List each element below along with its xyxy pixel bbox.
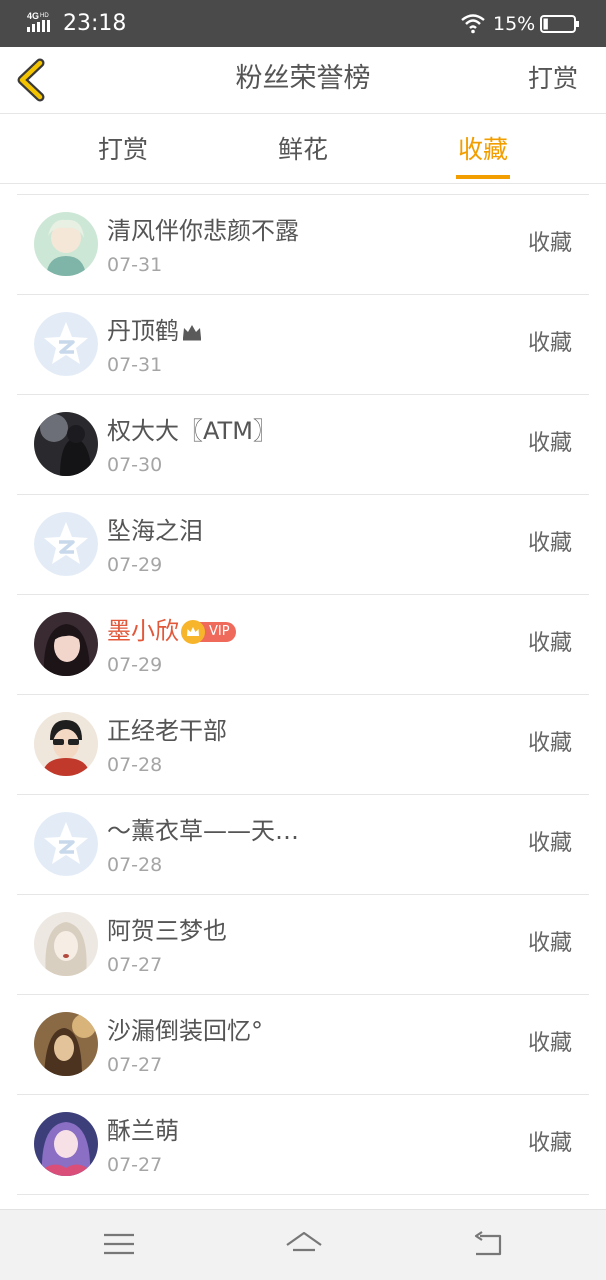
fan-action: 收藏 (527, 1131, 572, 1156)
list-item[interactable]: 阿贺三梦也 07-27 收藏 (17, 895, 589, 995)
avatar[interactable] (34, 412, 98, 476)
fan-date: 07-30 (107, 454, 163, 476)
return-icon[interactable] (470, 1228, 506, 1260)
fan-date: 07-29 (107, 554, 163, 576)
dark-girl-avatar-icon (34, 412, 98, 476)
list-item[interactable]: 墨小欣 VIP 07-29 收藏 (17, 595, 589, 695)
fan-date: 07-31 (107, 254, 163, 276)
active-tab-indicator (456, 175, 510, 179)
anime-boy-avatar-icon (34, 212, 98, 276)
list-top-divider (17, 184, 589, 195)
list-item[interactable]: 丹顶鹤 07-31 收藏 (17, 295, 589, 395)
tab-favorites[interactable]: 收藏 (423, 133, 543, 167)
list-item[interactable]: 清风伴你悲颜不露 07-31 收藏 (17, 195, 589, 295)
avatar[interactable] (34, 612, 98, 676)
status-time: 23:18 (63, 11, 127, 36)
fan-name-text: 墨小欣 (107, 617, 179, 645)
fan-name: 酥兰萌 (107, 1117, 179, 1145)
fan-name: 沙漏倒装回忆° (107, 1017, 263, 1045)
wifi-icon (461, 14, 485, 34)
avatar[interactable] (34, 1112, 98, 1176)
fan-date: 07-27 (107, 954, 163, 976)
list-item[interactable]: 酥兰萌 07-27 收藏 (17, 1095, 589, 1195)
fan-action: 收藏 (527, 631, 572, 656)
pale-girl-avatar-icon (34, 912, 98, 976)
list-item[interactable]: 权大大〖ATM〗 07-30 收藏 (17, 395, 589, 495)
signal-icon: 4G HD (27, 11, 50, 32)
default-star-avatar-icon (34, 512, 98, 576)
avatar[interactable] (34, 812, 98, 876)
fan-name: 墨小欣 VIP (107, 615, 236, 647)
battery-percent: 15% (493, 13, 536, 35)
fan-action: 收藏 (527, 831, 572, 856)
home-icon[interactable] (284, 1228, 324, 1260)
vip-badge: VIP (181, 620, 236, 644)
fan-action: 收藏 (527, 231, 572, 256)
fan-date: 07-27 (107, 1154, 163, 1176)
list-item[interactable]: 正经老干部 07-28 收藏 (17, 695, 589, 795)
vip-crown-icon (181, 620, 205, 644)
tab-reward[interactable]: 打赏 (63, 133, 183, 167)
battery-icon (540, 15, 579, 33)
fan-name: 坠海之泪 (107, 517, 203, 545)
fan-action: 收藏 (527, 531, 572, 556)
menu-icon[interactable] (101, 1228, 137, 1260)
status-bar: 4G HD 23:18 15% (0, 0, 606, 47)
fan-name: 丹顶鹤 (107, 315, 203, 347)
fan-action: 收藏 (527, 1031, 572, 1056)
sepia-girl-avatar-icon (34, 1012, 98, 1076)
list-item[interactable]: 坠海之泪 07-29 收藏 (17, 495, 589, 595)
fan-name: 阿贺三梦也 (107, 917, 227, 945)
fan-list: 清风伴你悲颜不露 07-31 收藏 丹顶鹤 07-31 收藏 权大大〖ATM〗 … (0, 184, 606, 1195)
header-bar: 粉丝荣誉榜 打赏 (0, 47, 606, 114)
tab-flowers[interactable]: 鲜花 (243, 133, 363, 167)
svg-text:4G: 4G (27, 11, 39, 21)
sunglasses-boy-avatar-icon (34, 712, 98, 776)
reward-button[interactable]: 打赏 (528, 61, 578, 97)
avatar[interactable] (34, 512, 98, 576)
fan-name: 权大大〖ATM〗 (107, 417, 277, 445)
avatar[interactable] (34, 712, 98, 776)
fan-date: 07-31 (107, 354, 163, 376)
fan-name-text: 丹顶鹤 (107, 317, 179, 345)
default-star-avatar-icon (34, 312, 98, 376)
crown-icon (183, 325, 201, 341)
avatar[interactable] (34, 912, 98, 976)
page-title: 粉丝荣誉榜 (235, 63, 371, 94)
list-item[interactable]: 沙漏倒装回忆° 07-27 收藏 (17, 995, 589, 1095)
tab-bar: 打赏 鲜花 收藏 (0, 114, 606, 184)
fan-date: 07-28 (107, 854, 163, 876)
fan-name: 清风伴你悲颜不露 (107, 217, 299, 245)
fan-action: 收藏 (527, 731, 572, 756)
avatar[interactable] (34, 312, 98, 376)
list-item[interactable]: ～薰衣草——天… 07-28 收藏 (17, 795, 589, 895)
fan-name: 正经老干部 (107, 717, 227, 745)
fan-action: 收藏 (527, 931, 572, 956)
avatar[interactable] (34, 1012, 98, 1076)
fan-action: 收藏 (527, 331, 572, 356)
fan-date: 07-27 (107, 1054, 163, 1076)
fan-name: ～薰衣草——天… (107, 817, 299, 845)
fan-date: 07-29 (107, 654, 163, 676)
anime-girl-avatar-icon (34, 1112, 98, 1176)
avatar[interactable] (34, 212, 98, 276)
fan-date: 07-28 (107, 754, 163, 776)
default-star-avatar-icon (34, 812, 98, 876)
girl-photo-avatar-icon (34, 612, 98, 676)
fan-action: 收藏 (527, 431, 572, 456)
svg-text:HD: HD (40, 13, 49, 19)
system-nav-bar (0, 1209, 606, 1280)
